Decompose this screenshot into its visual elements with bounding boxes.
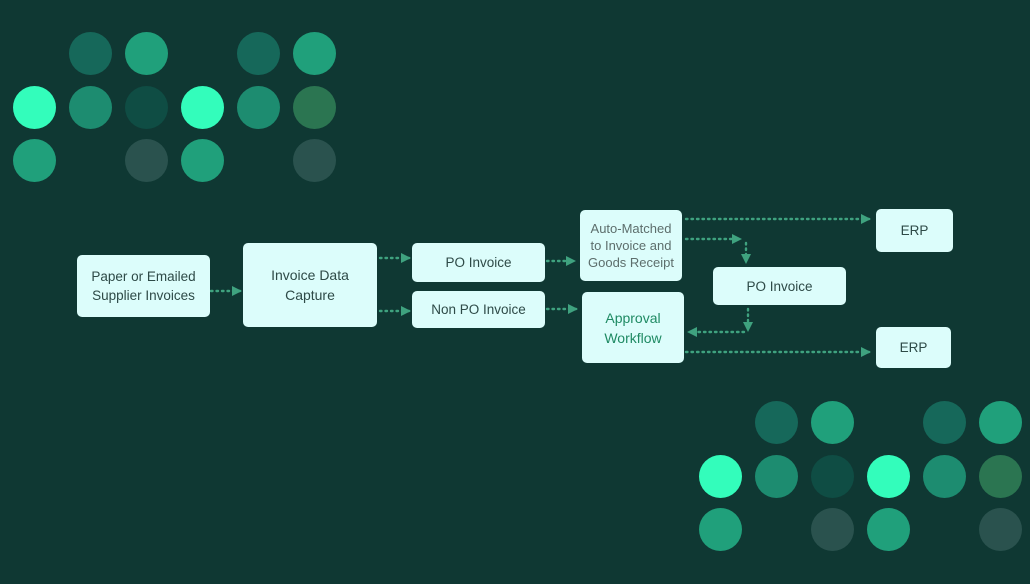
node-auto-matched: Auto-Matched to Invoice and Goods Receip… — [580, 210, 682, 281]
node-po-invoice: PO Invoice — [412, 243, 545, 282]
node-approval-workflow: Approval Workflow — [582, 292, 684, 363]
node-erp-top: ERP — [876, 209, 953, 252]
diagram-canvas: Paper or Emailed Supplier Invoices Invoi… — [0, 0, 1030, 584]
node-invoice-data-capture: Invoice Data Capture — [243, 243, 377, 327]
node-po-invoice-secondary: PO Invoice — [713, 267, 846, 305]
node-paper-or-emailed-supplier-invoices: Paper or Emailed Supplier Invoices — [77, 255, 210, 317]
node-erp-bottom: ERP — [876, 327, 951, 368]
node-non-po-invoice: Non PO Invoice — [412, 291, 545, 328]
